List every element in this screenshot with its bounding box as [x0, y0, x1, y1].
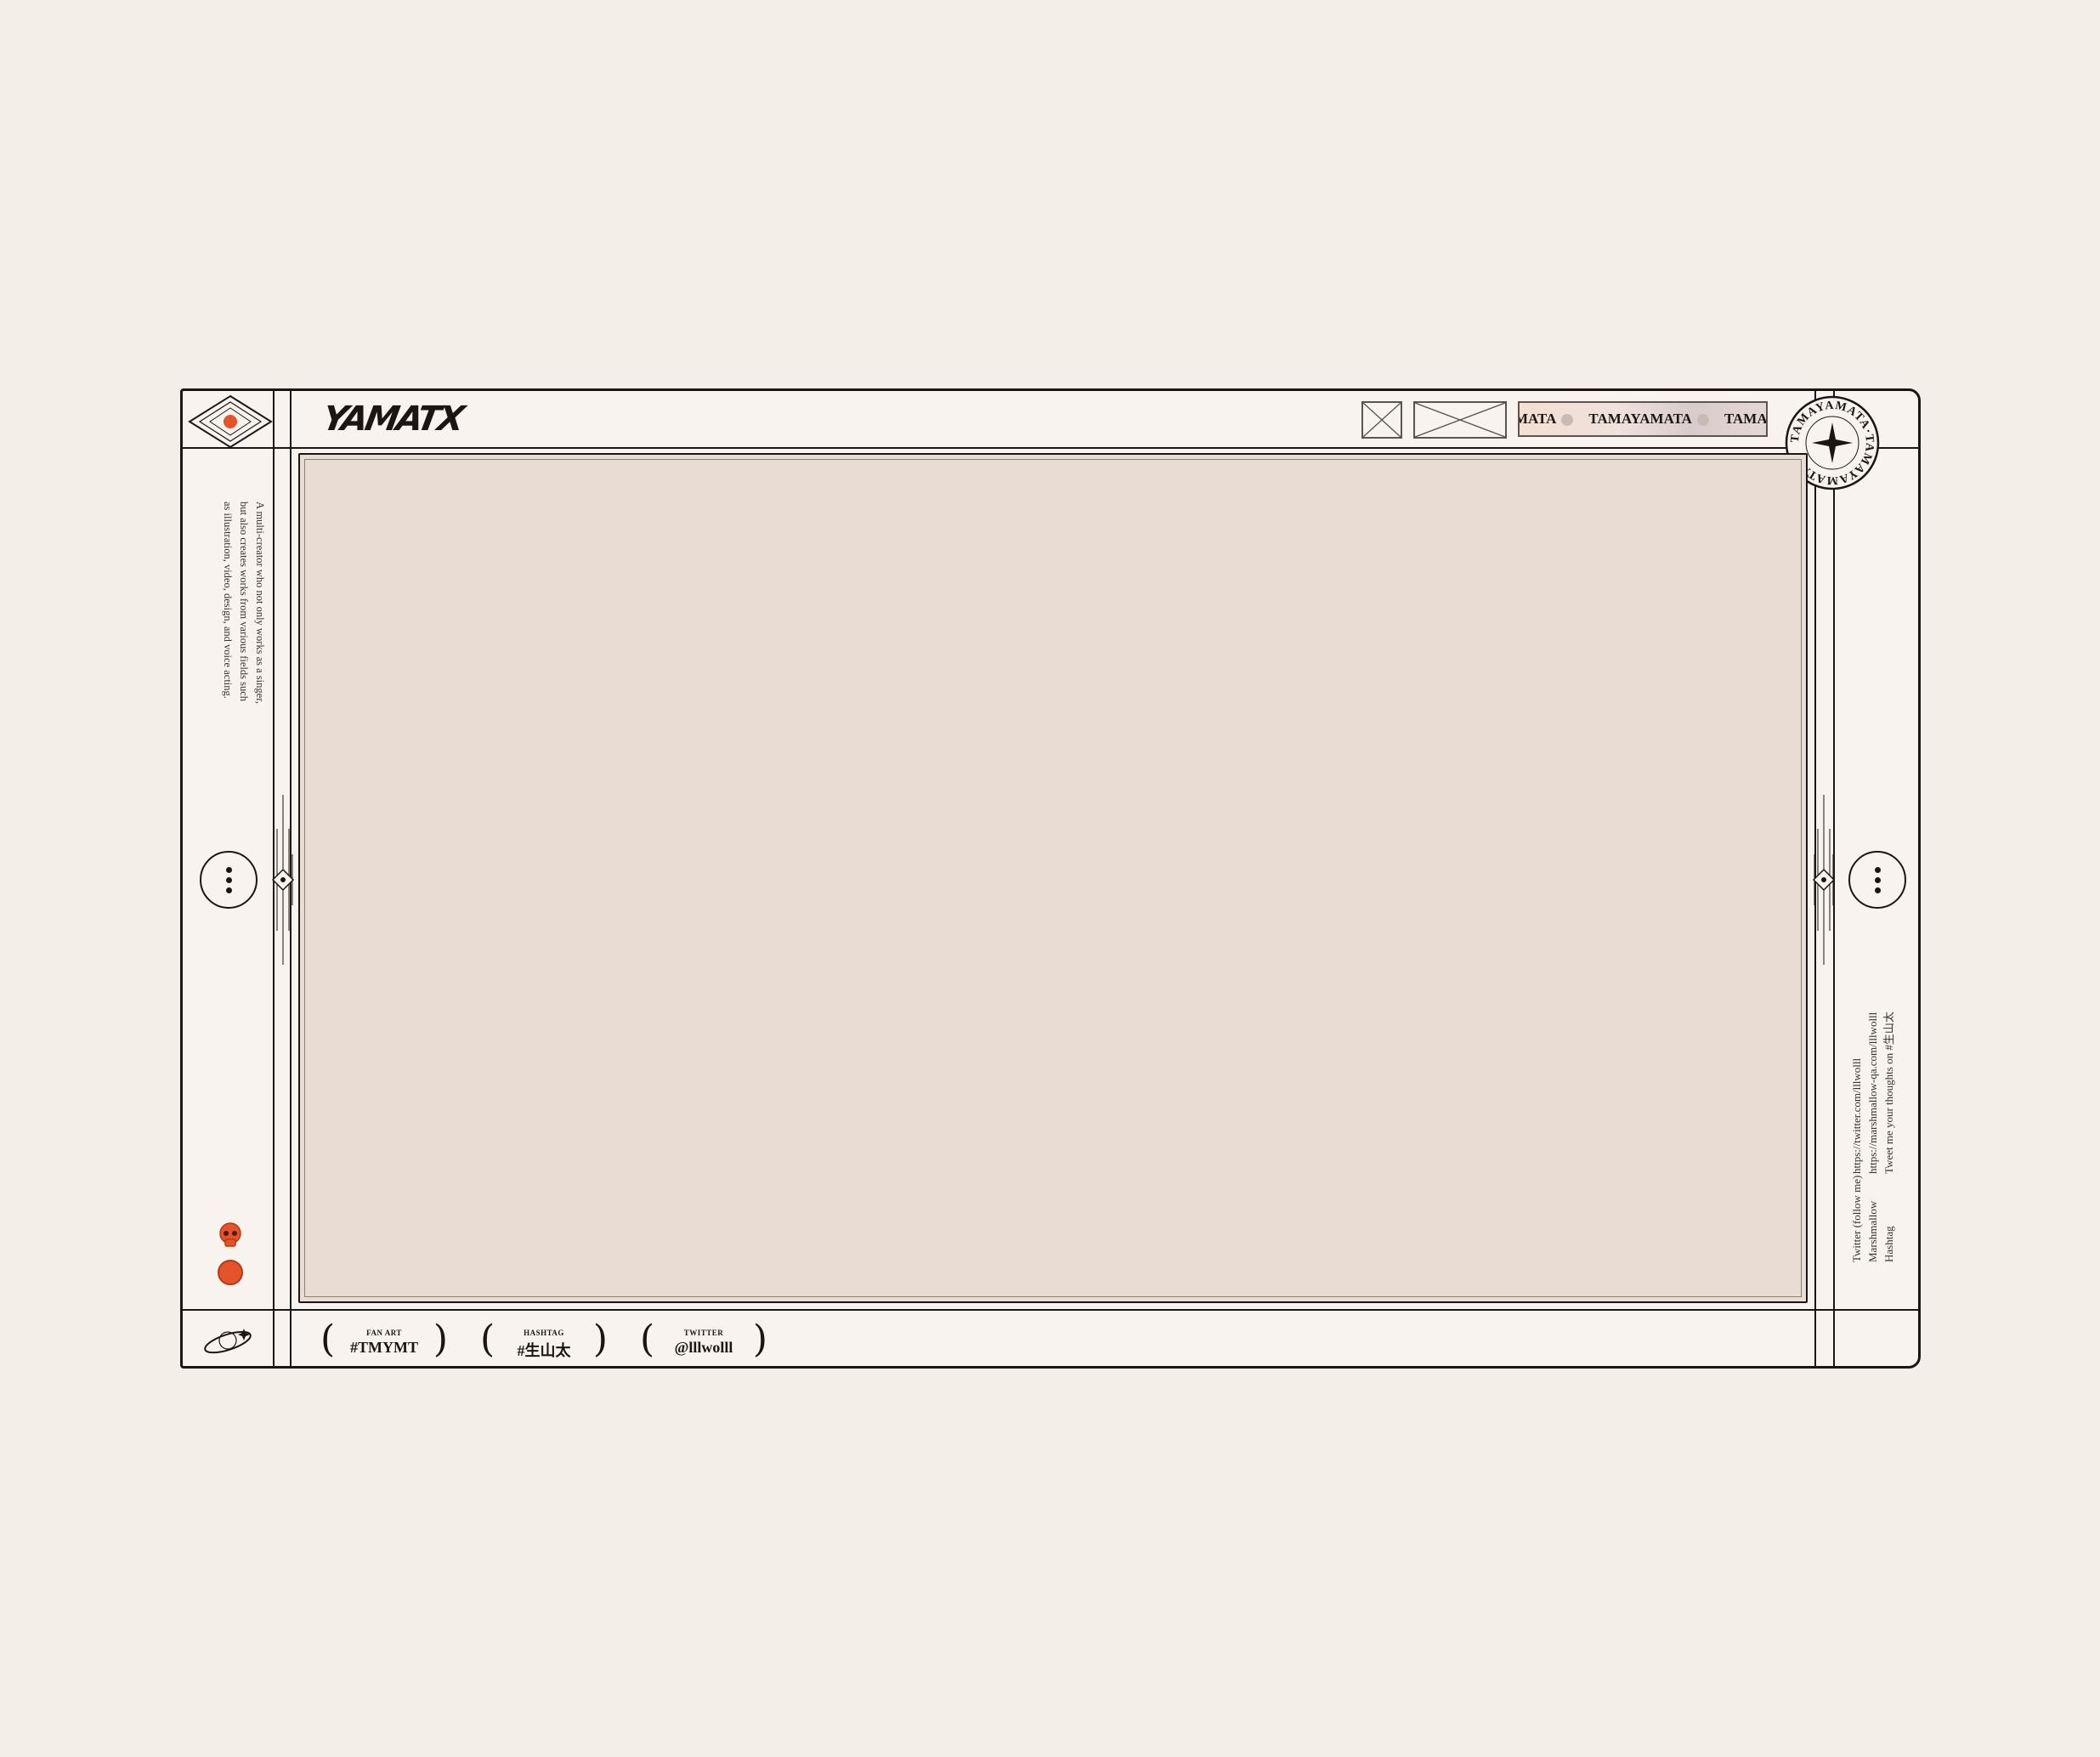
- left-ornament-icon: [271, 795, 295, 965]
- ticker-item: MATA: [1520, 403, 1574, 435]
- overlay-frame: YAMATX MATA TAMAYAMATA TAMAYA TAMAYAMATA…: [180, 388, 1921, 1369]
- skull-dot-icon: [1561, 414, 1574, 427]
- hashtag-badge[interactable]: ( HASHTAG #生山太 ): [480, 1320, 608, 1363]
- header-divider: [183, 447, 1918, 449]
- brand-logo[interactable]: YAMATX: [320, 400, 465, 439]
- creator-description: A multi-creator who not only works as a …: [200, 502, 268, 748]
- content-viewport[interactable]: [298, 453, 1808, 1303]
- info-row-twitter: Twitter (follow me) https://twitter.com/…: [1848, 1057, 1865, 1262]
- fan-art-badge[interactable]: ( FAN ART #TMYMT ): [320, 1320, 448, 1363]
- description-line: as illustration, video, design, and voic…: [222, 502, 234, 699]
- left-more-button[interactable]: [200, 851, 258, 909]
- orbit-planet-icon: [204, 1329, 252, 1354]
- marshmallow-link[interactable]: https://marshmallow-qa.com/lllwolll: [1865, 1012, 1881, 1174]
- info-row-marshmallow: Marshmallow https://marshmallow-qa.com/l…: [1865, 1012, 1881, 1262]
- more-dots-icon: [225, 867, 232, 873]
- more-dots-icon: [1874, 867, 1881, 873]
- right-ornament-icon: [1812, 795, 1836, 965]
- diamond-emblem-icon: [188, 394, 273, 449]
- name-ticker: MATA TAMAYAMATA TAMAYA: [1518, 401, 1768, 437]
- ticker-item: TAMAYA: [1724, 411, 1767, 427]
- status-dot: [218, 1260, 243, 1285]
- placeholder-cross-icon: [1415, 403, 1505, 437]
- footer-divider: [183, 1309, 1918, 1311]
- social-info: Twitter (follow me) https://twitter.com/…: [1848, 990, 1908, 1262]
- twitter-link[interactable]: https://twitter.com/lllwolll: [1848, 1058, 1865, 1174]
- twitter-badge[interactable]: ( TWITTER @lllwolll ): [640, 1320, 767, 1363]
- info-row-hashtag: Hashtag Tweet me your thoughts on #生山太: [1882, 1012, 1895, 1262]
- window-button-small[interactable]: [1361, 401, 1402, 439]
- skull-icon: [219, 1222, 241, 1247]
- close-cross-icon: [1363, 403, 1401, 437]
- skull-dot-icon: [1696, 414, 1709, 427]
- ticker-item: TAMAYAMATA: [1588, 403, 1709, 435]
- window-button-wide[interactable]: [1413, 401, 1507, 439]
- description-line: A multi-creator who not only works as a …: [254, 502, 266, 704]
- footer-badges: ( FAN ART #TMYMT ) ( HASHTAG #生山太 ) ( TW…: [320, 1320, 767, 1363]
- right-more-button[interactable]: [1848, 851, 1906, 909]
- description-line: but also creates works from various fiel…: [238, 502, 250, 702]
